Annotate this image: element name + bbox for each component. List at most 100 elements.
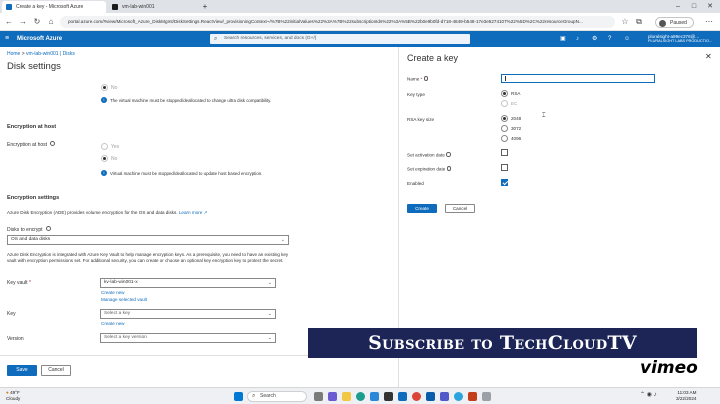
settings-gear-icon[interactable]: ⚙	[592, 31, 597, 47]
file-explorer-icon[interactable]	[342, 392, 351, 401]
key-type-ec-radio[interactable]	[501, 100, 508, 107]
version-select[interactable]: Select a key version ⌄	[100, 333, 276, 343]
telegram-icon[interactable]	[454, 392, 463, 401]
save-button[interactable]: Save	[7, 365, 37, 376]
cancel-button[interactable]: Cancel	[41, 365, 71, 376]
favorite-star-icon[interactable]: ☆	[620, 16, 630, 28]
close-window-icon[interactable]: ✕	[702, 0, 718, 13]
info-icon: i	[101, 170, 107, 176]
panel-cancel-button[interactable]: Cancel	[445, 204, 475, 213]
key-label: Key	[7, 311, 16, 317]
mail-icon[interactable]	[398, 392, 407, 401]
create-button[interactable]: Create	[407, 204, 437, 213]
disks-label-text: Disks to encrypt	[7, 227, 43, 233]
rsa-size-4096-radio[interactable]	[501, 135, 508, 142]
browser-tab-vm[interactable]: vm-lab-win001	[108, 1, 198, 13]
rsa-size-2048-radio[interactable]	[501, 115, 508, 122]
notepad-icon[interactable]	[482, 392, 491, 401]
key-create-new-link[interactable]: Create new	[101, 321, 125, 326]
minimize-icon[interactable]: –	[670, 0, 686, 13]
breadcrumb-resource[interactable]: vm-lab-win001 | Disks	[26, 51, 75, 57]
info-circle-icon	[50, 141, 56, 146]
activation-label-text: Set activation date	[407, 152, 445, 158]
edge-browser-icon[interactable]	[356, 392, 365, 401]
disks-to-encrypt-label: Disks to encrypt	[7, 226, 51, 233]
feedback-icon[interactable]: ☺	[624, 31, 630, 47]
rsa-size-3072-radio[interactable]	[501, 125, 508, 132]
ultra-disk-info: The virtual machine must be stopped/deal…	[110, 98, 272, 103]
tab-label: vm-lab-win001	[122, 4, 155, 10]
new-tab-button[interactable]: +	[200, 0, 210, 13]
start-windows-icon[interactable]	[234, 392, 243, 401]
help-icon[interactable]: ?	[608, 31, 611, 47]
key-name-input[interactable]	[501, 74, 655, 83]
enc-host-yes-label: Yes	[111, 144, 120, 150]
key-vault-value: kv-lab-win001-x	[104, 280, 138, 285]
disks-select-value: OS and data disks	[11, 237, 51, 242]
key-type-rsa-radio[interactable]	[501, 90, 508, 97]
encryption-settings-heading: Encryption settings	[7, 195, 60, 201]
ultra-disk-no-radio[interactable]	[101, 84, 108, 91]
panel-title: Create a key	[407, 53, 459, 63]
enc-host-no-label: No	[111, 156, 118, 162]
home-icon[interactable]: ⌂	[46, 16, 56, 28]
powerpoint-icon[interactable]	[468, 392, 477, 401]
azure-favicon-icon	[6, 4, 12, 10]
enc-host-no-radio[interactable]	[101, 155, 108, 162]
key-vault-select[interactable]: kv-lab-win001-x ⌄	[100, 278, 276, 288]
terminal-icon[interactable]	[384, 392, 393, 401]
chrome-icon[interactable]	[412, 392, 421, 401]
activation-date-checkbox[interactable]	[501, 149, 508, 156]
forward-icon[interactable]: →	[18, 16, 28, 28]
rsa-key-size-label: RSA key size	[407, 117, 435, 122]
teams-icon[interactable]	[440, 392, 449, 401]
url-field[interactable]: portal.azure.com/#view/Microsoft_Azure_D…	[60, 16, 615, 28]
encryption-at-host-heading: Encryption at host	[7, 124, 57, 130]
tray-icons[interactable]: ⌃ ◉ ♪	[640, 391, 657, 398]
notifications-icon[interactable]: ♪	[576, 31, 579, 47]
name-label-text: Name	[407, 76, 420, 82]
profile-avatar-icon	[659, 19, 666, 27]
chevron-down-icon: ⌄	[280, 237, 285, 243]
back-icon[interactable]: ←	[4, 16, 14, 28]
taskbar-clock[interactable]: 11:03 AM 3/22/2024	[676, 390, 696, 402]
key-vault-create-new-link[interactable]: Create new	[101, 290, 125, 295]
weather-widget[interactable]: ● 49°F Cloudy	[6, 390, 20, 402]
info-circle-icon	[423, 76, 429, 81]
more-menu-icon[interactable]: ⋯	[704, 16, 714, 28]
learn-more-link[interactable]: Learn more	[179, 210, 203, 215]
reload-icon[interactable]: ↻	[32, 16, 42, 28]
paused-button[interactable]: Paused	[655, 17, 694, 28]
close-panel-icon[interactable]: ✕	[705, 52, 712, 61]
clock-date: 3/22/2024	[676, 396, 697, 401]
manage-selected-vault-link[interactable]: Manage selected vault	[101, 297, 147, 302]
ade-desc-text: Azure Disk Encryption (ADE) provides vol…	[7, 210, 178, 215]
enabled-checkbox[interactable]	[501, 179, 508, 186]
paused-label: Paused	[670, 20, 687, 26]
copilot-icon[interactable]	[328, 392, 337, 401]
portal-search-input[interactable]: ⌕ Search resources, services, and docs (…	[210, 34, 470, 44]
taskbar-search[interactable]: ⌕ Search	[247, 391, 307, 402]
key-select[interactable]: Select a key ⌄	[100, 309, 276, 319]
key-vault-description: Azure Disk Encryption is integrated with…	[7, 252, 289, 263]
browser-tab-create-key[interactable]: Create a key - Microsoft Azure	[2, 1, 106, 13]
maximize-icon[interactable]: □	[686, 0, 702, 13]
weather-temp: 49°F	[10, 390, 20, 395]
account-menu[interactable]: pluralsight-a99ec376@... PLURALSIGHT LAB…	[648, 34, 712, 44]
info-circle-icon	[45, 226, 51, 231]
store-icon[interactable]	[370, 392, 379, 401]
browser-tab-bar: Create a key - Microsoft Azure vm-lab-wi…	[0, 0, 720, 13]
disks-to-encrypt-select[interactable]: OS and data disks ⌄	[7, 235, 289, 245]
hamburger-icon[interactable]: ≡	[5, 31, 9, 47]
outlook-icon[interactable]	[426, 392, 435, 401]
subscribe-banner: Subscribe to TechCloudTV	[308, 328, 697, 358]
chevron-down-icon: ⌄	[267, 280, 272, 286]
cloud-shell-icon[interactable]: ▣	[560, 31, 566, 47]
extensions-icon[interactable]: ⧉	[634, 16, 644, 28]
enc-host-label-text: Encryption at host	[7, 142, 48, 148]
taskview-icon[interactable]	[314, 392, 323, 401]
portal-brand[interactable]: Microsoft Azure	[17, 31, 62, 47]
expiration-date-checkbox[interactable]	[501, 164, 508, 171]
breadcrumb-home[interactable]: Home	[7, 51, 20, 57]
enc-host-yes-radio[interactable]	[101, 143, 108, 150]
